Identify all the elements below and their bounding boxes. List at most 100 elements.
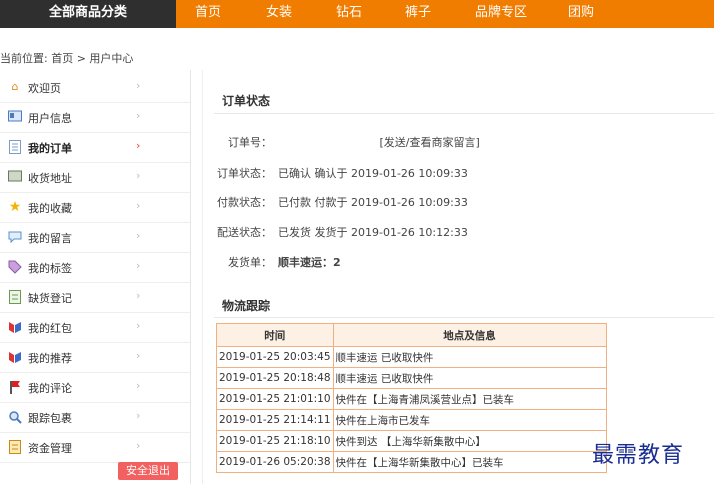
order-status-row: 订单状态： 已确认 确认于 2019-01-26 10:09:33	[152, 165, 468, 181]
row-time: 2019-01-25 20:03:45	[216, 346, 334, 368]
sidebar-item-label: 我的红包	[28, 322, 72, 335]
shipping-status-row: 配送状态： 已发货 发货于 2019-01-26 10:12:33	[152, 224, 468, 240]
chevron-right-icon: ›	[136, 409, 141, 422]
chevron-right-icon: ›	[136, 79, 141, 92]
watermark-text: 最需教育	[592, 443, 685, 468]
star-icon: ★	[8, 199, 22, 215]
top-nav-bar: 全部商品分类 首页 女装 钻石 裤子 品牌专区 团购	[0, 0, 714, 28]
table-row: 2019-01-25 21:01:10 快件在【上海青浦凤溪营业点】已装车	[216, 388, 607, 410]
sidebar-item-label: 我的评论	[28, 382, 72, 395]
red-packet-icon	[8, 320, 22, 334]
invoice-label: 发货单：	[228, 256, 272, 269]
chevron-right-icon: ›	[136, 139, 141, 152]
sidebar-item-welcome[interactable]: ⌂ 欢迎页 ›	[0, 73, 190, 103]
table-row: 2019-01-25 20:03:45 顺丰速运 已收取快件	[216, 346, 607, 368]
order-message-link[interactable]: [发送/查看商家留言]	[380, 136, 480, 149]
sidebar-item-label: 我的订单	[28, 142, 72, 155]
chevron-right-icon: ›	[136, 289, 141, 302]
home-icon: ⌂	[11, 80, 19, 93]
order-status-value: 已确认 确认于 2019-01-26 10:09:33	[278, 167, 468, 180]
sidebar-item-user-info[interactable]: 用户信息 ›	[0, 103, 190, 133]
row-time: 2019-01-25 21:18:10	[216, 430, 334, 452]
chevron-right-icon: ›	[136, 169, 141, 182]
sidebar-item-red-packets[interactable]: 我的红包 ›	[0, 313, 190, 343]
sidebar-item-label: 用户信息	[28, 112, 72, 125]
recommend-icon	[8, 350, 22, 364]
sidebar-item-label: 我的推荐	[28, 352, 72, 365]
nav-pants[interactable]: 裤子	[405, 0, 431, 28]
chevron-right-icon: ›	[136, 379, 141, 392]
row-time: 2019-01-25 21:01:10	[216, 388, 334, 410]
table-row: 2019-01-25 21:18:10 快件到达 【上海华新集散中心】	[216, 430, 607, 452]
chevron-right-icon: ›	[136, 349, 141, 362]
payment-status-value: 已付款 付款于 2019-01-26 10:09:33	[278, 196, 468, 209]
chevron-right-icon: ›	[136, 109, 141, 122]
table-row: 2019-01-25 21:14:11 快件在上海市已发车	[216, 409, 607, 431]
sidebar-item-label: 收货地址	[28, 172, 72, 185]
row-time: 2019-01-26 05:20:38	[216, 451, 334, 473]
user-center-sidebar: ⌂ 欢迎页 › 用户信息 › 我的订单 › 收货地址 › ★ 我的收藏 › 我的…	[0, 70, 191, 484]
row-info: 快件在【上海青浦凤溪营业点】已装车	[332, 388, 607, 410]
time-column-header: 时间	[216, 323, 334, 347]
order-number-label: 订单号：	[228, 136, 272, 149]
logistics-title: 物流跟踪	[222, 299, 271, 313]
chevron-right-icon: ›	[136, 259, 141, 272]
nav-home[interactable]: 首页	[195, 0, 221, 28]
chevron-right-icon: ›	[136, 199, 141, 212]
row-info: 快件在上海市已发车	[332, 409, 607, 431]
row-info: 快件到达 【上海华新集散中心】	[332, 430, 607, 452]
logistics-table: 时间 地点及信息 2019-01-25 20:03:45 顺丰速运 已收取快件 2…	[216, 323, 607, 473]
row-info: 顺丰速运 已收取快件	[332, 367, 607, 389]
order-status-label: 订单状态：	[217, 167, 272, 180]
sidebar-item-label: 资金管理	[28, 442, 72, 455]
sidebar-item-recommend[interactable]: 我的推荐 ›	[0, 343, 190, 373]
sidebar-item-track-package[interactable]: 跟踪包裹 ›	[0, 403, 190, 433]
chevron-right-icon: ›	[136, 439, 141, 452]
nav-womens-wear[interactable]: 女装	[266, 0, 292, 28]
message-icon	[8, 230, 22, 244]
sidebar-item-out-of-stock[interactable]: 缺货登记 ›	[0, 283, 190, 313]
address-icon	[8, 170, 22, 184]
sidebar-item-label: 我的标签	[28, 262, 72, 275]
sidebar-item-label: 欢迎页	[28, 82, 61, 95]
row-info: 快件在【上海华新集散中心】已装车	[332, 451, 607, 473]
money-icon	[8, 440, 22, 454]
all-categories-button[interactable]: 全部商品分类	[0, 0, 176, 28]
sidebar-item-label: 我的留言	[28, 232, 72, 245]
order-status-title: 订单状态	[222, 94, 271, 108]
info-column-header: 地点及信息	[332, 323, 607, 347]
sidebar-item-reviews[interactable]: 我的评论 ›	[0, 373, 190, 403]
chevron-right-icon: ›	[136, 319, 141, 332]
section-divider	[214, 113, 714, 114]
shipping-status-value: 已发货 发货于 2019-01-26 10:12:33	[278, 226, 468, 239]
sidebar-item-label: 缺货登记	[28, 292, 72, 305]
breadcrumb: 当前位置: 首页 > 用户中心	[0, 52, 134, 65]
payment-status-label: 付款状态：	[217, 196, 272, 209]
track-icon	[8, 410, 22, 424]
row-time: 2019-01-25 20:18:48	[216, 367, 334, 389]
tag-icon	[8, 260, 22, 274]
row-info: 顺丰速运 已收取快件	[332, 346, 607, 368]
sidebar-item-label: 跟踪包裹	[28, 412, 72, 425]
sidebar-item-label: 我的收藏	[28, 202, 72, 215]
invoice-value: 顺丰速运：2	[278, 256, 341, 269]
register-icon	[8, 290, 22, 304]
id-card-icon	[8, 110, 22, 124]
nav-group-buy[interactable]: 团购	[568, 0, 594, 28]
section-divider	[214, 317, 714, 318]
flag-icon	[8, 380, 22, 394]
sidebar-item-funds[interactable]: 资金管理 ›	[0, 433, 190, 463]
order-number-row: 订单号： [发送/查看商家留言]	[152, 134, 480, 150]
table-header-row: 时间 地点及信息	[216, 323, 607, 347]
invoice-row: 发货单： 顺丰速运：2	[152, 254, 341, 270]
logout-button[interactable]: 安全退出	[118, 462, 178, 480]
chevron-right-icon: ›	[136, 229, 141, 242]
payment-status-row: 付款状态： 已付款 付款于 2019-01-26 10:09:33	[152, 194, 468, 210]
nav-brand-zone[interactable]: 品牌专区	[475, 0, 527, 28]
shipping-status-label: 配送状态：	[217, 226, 272, 239]
row-time: 2019-01-25 21:14:11	[216, 409, 334, 431]
document-icon	[8, 140, 22, 154]
table-row: 2019-01-26 05:20:38 快件在【上海华新集散中心】已装车	[216, 451, 607, 473]
table-row: 2019-01-25 20:18:48 顺丰速运 已收取快件	[216, 367, 607, 389]
nav-diamond[interactable]: 钻石	[336, 0, 362, 28]
